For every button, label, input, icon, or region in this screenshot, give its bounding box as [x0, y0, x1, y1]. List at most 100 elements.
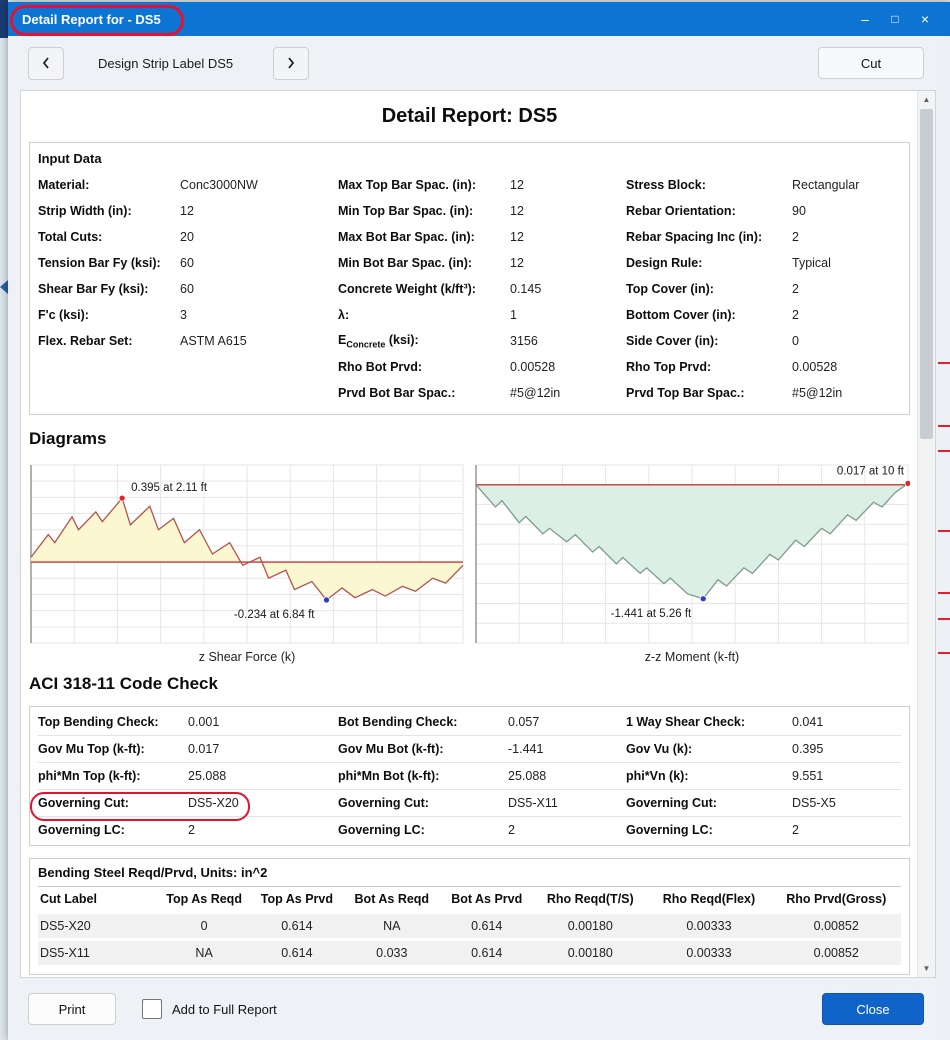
- field-label: 1 Way Shear Check:: [626, 715, 792, 729]
- field-value: 0.145: [510, 282, 541, 296]
- field-label: Rho Top Prvd:: [626, 360, 792, 374]
- previous-strip-button[interactable]: [28, 47, 64, 80]
- field-label: Rebar Spacing Inc (in):: [626, 230, 792, 244]
- next-strip-button[interactable]: [273, 47, 309, 80]
- field-value: 0.395: [792, 742, 823, 756]
- shear-diagram-chart: 0.395 at 2.11 ft -0.234 at 6.84 ft: [29, 461, 465, 647]
- input-data-column: Stress Block:RectangularRebar Orientatio…: [626, 172, 901, 406]
- detail-report-dialog: Detail Report for - DS5 – □ × Design Str…: [8, 2, 950, 1040]
- report-panel: Detail Report: DS5 Input Data Material:C…: [20, 90, 936, 978]
- input-data-row: Max Top Bar Spac. (in):12: [338, 172, 626, 198]
- field-label: Top Bending Check:: [38, 715, 188, 729]
- input-data-row: Flex. Rebar Set:ASTM A615: [38, 328, 338, 354]
- dialog-footer: Print Add to Full Report Close: [8, 978, 950, 1040]
- aci-check-cell: Governing LC:2: [38, 823, 338, 837]
- field-value: 12: [510, 256, 524, 270]
- table-row: DS5-X2000.614NA0.6140.001800.003330.0085…: [38, 913, 901, 940]
- field-label: Gov Mu Bot (k-ft):: [338, 742, 508, 756]
- input-data-row: Top Cover (in):2: [626, 276, 901, 302]
- aci-check-row: Top Bending Check:0.001Bot Bending Check…: [38, 709, 901, 736]
- background-red-line: [938, 450, 950, 452]
- field-value: #5@12in: [792, 386, 842, 400]
- field-label: Bottom Cover (in):: [626, 308, 792, 322]
- field-label: Strip Width (in):: [38, 204, 180, 218]
- input-data-column: Max Top Bar Spac. (in):12Min Top Bar Spa…: [338, 172, 626, 406]
- aci-check-cell: Governing LC:2: [626, 823, 901, 837]
- input-data-row: Rho Bot Prvd:0.00528: [338, 354, 626, 380]
- column-header: Top As Prvd: [249, 887, 344, 913]
- field-label: Governing LC:: [626, 823, 792, 837]
- cut-button[interactable]: Cut: [818, 47, 924, 79]
- field-value: 12: [510, 230, 524, 244]
- report-toolbar: Design Strip Label DS5 Cut: [8, 36, 950, 90]
- add-to-full-report-checkbox[interactable]: [142, 999, 162, 1019]
- chevron-left-icon: [41, 56, 51, 70]
- table-cell: 0.614: [249, 913, 344, 940]
- input-data-row: Max Bot Bar Spac. (in):12: [338, 224, 626, 250]
- input-data-row: Prvd Bot Bar Spac.:#5@12in: [338, 380, 626, 406]
- aci-check-cell: 1 Way Shear Check:0.041: [626, 715, 901, 729]
- field-label: Concrete Weight (k/ft³):: [338, 282, 510, 296]
- aci-check-cell: phi*Vn (k):9.551: [626, 769, 901, 783]
- field-label: Governing LC:: [38, 823, 188, 837]
- field-label: Max Bot Bar Spac. (in):: [338, 230, 510, 244]
- field-value: 20: [180, 230, 194, 244]
- field-value: 1: [510, 308, 517, 322]
- input-data-row: Rebar Orientation:90: [626, 198, 901, 224]
- scrollbar-thumb[interactable]: [920, 109, 933, 439]
- svg-text:-0.234 at 6.84 ft: -0.234 at 6.84 ft: [234, 609, 315, 621]
- field-label: Governing LC:: [338, 823, 508, 837]
- field-value: ASTM A615: [180, 334, 247, 348]
- svg-text:0.395 at 2.11 ft: 0.395 at 2.11 ft: [131, 482, 208, 494]
- field-label: Stress Block:: [626, 178, 792, 192]
- table-cell: 0.614: [439, 940, 534, 967]
- close-button[interactable]: ×: [910, 4, 940, 34]
- input-data-columns: Material:Conc3000NWStrip Width (in):12To…: [38, 172, 901, 406]
- vertical-scrollbar[interactable]: ▲ ▼: [917, 91, 935, 977]
- input-data-row: EConcrete (ksi):3156: [338, 328, 626, 354]
- aci-check-row: phi*Mn Top (k-ft):25.088phi*Mn Bot (k-ft…: [38, 763, 901, 790]
- input-data-row: Min Top Bar Spac. (in):12: [338, 198, 626, 224]
- input-data-row: Side Cover (in):0: [626, 328, 901, 354]
- table-cell: 0.614: [249, 940, 344, 967]
- dialog-titlebar[interactable]: Detail Report for - DS5 – □ ×: [8, 2, 950, 36]
- input-data-column: Material:Conc3000NWStrip Width (in):12To…: [38, 172, 338, 406]
- report-title: Detail Report: DS5: [29, 105, 910, 128]
- background-red-line: [938, 530, 950, 532]
- field-value: 3: [180, 308, 187, 322]
- field-value: 25.088: [508, 769, 546, 783]
- bending-steel-table: Cut LabelTop As ReqdTop As PrvdBot As Re…: [38, 886, 901, 968]
- field-label: phi*Vn (k):: [626, 769, 792, 783]
- maximize-button[interactable]: □: [880, 4, 910, 34]
- aci-check-cell: Bot Bending Check:0.057: [338, 715, 626, 729]
- field-value: 25.088: [188, 769, 226, 783]
- field-value: 60: [180, 282, 194, 296]
- input-data-row: Tension Bar Fy (ksi):60: [38, 250, 338, 276]
- add-to-full-report-label: Add to Full Report: [172, 1002, 277, 1017]
- scroll-down-button[interactable]: ▼: [918, 960, 935, 977]
- diagrams-heading: Diagrams: [29, 429, 910, 449]
- table-cell: 0.00180: [534, 940, 646, 967]
- maximize-icon: □: [891, 12, 898, 26]
- input-data-row: Design Rule:Typical: [626, 250, 901, 276]
- field-label: Governing Cut:: [626, 796, 792, 810]
- aci-check-cell: Governing Cut:DS5-X11: [338, 796, 626, 810]
- background-titlebar-fragment: [0, 0, 8, 38]
- print-button[interactable]: Print: [28, 993, 116, 1025]
- column-header: Cut Label: [38, 887, 159, 913]
- field-value: Typical: [792, 256, 831, 270]
- scroll-up-button[interactable]: ▲: [918, 91, 935, 108]
- aci-check-cell: Governing LC:2: [338, 823, 626, 837]
- close-dialog-button[interactable]: Close: [822, 993, 924, 1025]
- column-header: Bot As Reqd: [344, 887, 439, 913]
- aci-check-cell: Top Bending Check:0.001: [38, 715, 338, 729]
- aci-check-row: Gov Mu Top (k-ft):0.017Gov Mu Bot (k-ft)…: [38, 736, 901, 763]
- background-red-line: [938, 362, 950, 364]
- input-data-row: λ:1: [338, 302, 626, 328]
- aci-code-check-section: Top Bending Check:0.001Bot Bending Check…: [29, 706, 910, 846]
- scroll-down-icon: ▼: [923, 964, 931, 973]
- field-value: 2: [792, 230, 799, 244]
- aci-check-row: Governing Cut:DS5-X20Governing Cut:DS5-X…: [38, 790, 901, 817]
- field-value: 2: [792, 823, 799, 837]
- minimize-button[interactable]: –: [850, 4, 880, 34]
